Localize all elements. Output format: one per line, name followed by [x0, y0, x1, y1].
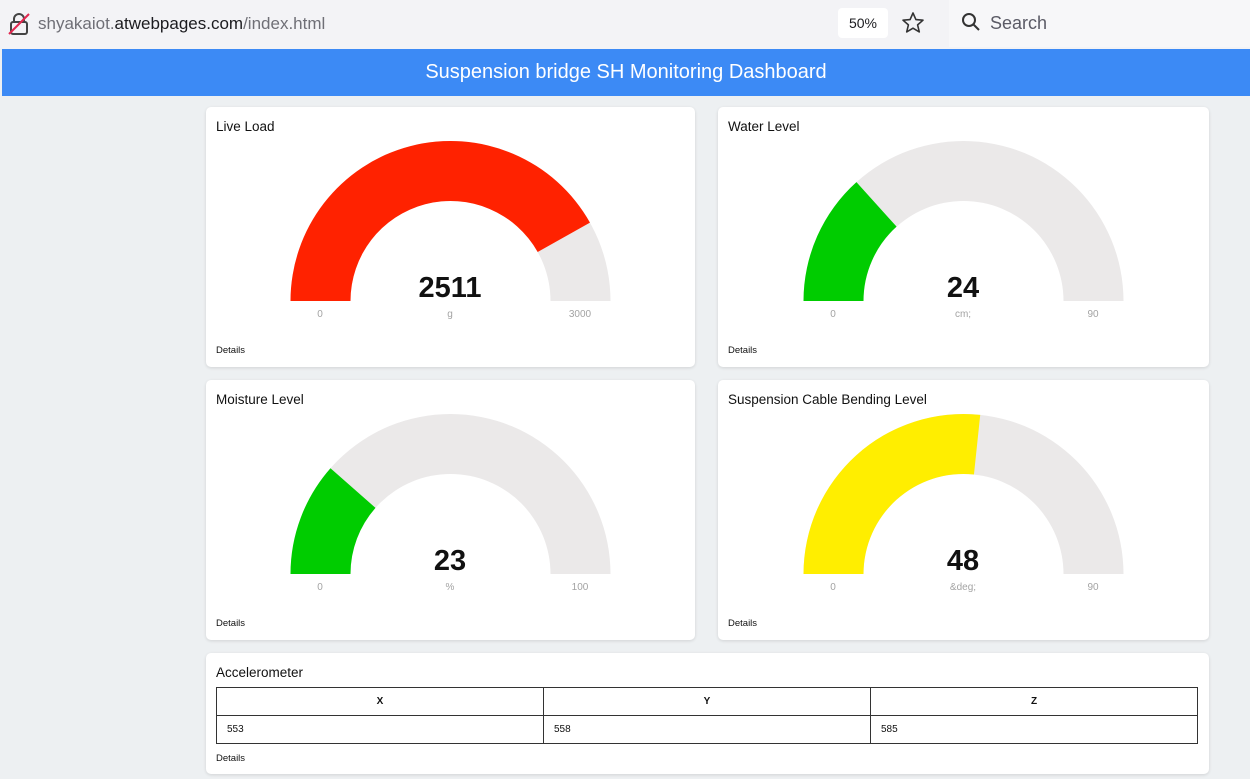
- address-bar[interactable]: shyakaiot.atwebpages.com/index.html: [38, 14, 325, 34]
- gauge-value: 24: [947, 272, 979, 304]
- gauge-unit: cm;: [955, 309, 971, 320]
- details-link[interactable]: Details: [728, 618, 757, 629]
- gauge-min-label: 0: [317, 309, 323, 320]
- search-box[interactable]: Search: [949, 0, 1250, 47]
- gauge-value: 48: [947, 545, 979, 577]
- url-prefix: shyakaiot.: [38, 14, 115, 33]
- gauge-max-label: 100: [572, 582, 589, 593]
- column-header-x: X: [216, 687, 544, 716]
- table-header-row: X Y Z: [216, 687, 1198, 716]
- insecure-lock-icon[interactable]: [8, 12, 30, 36]
- gauge-value: 2511: [419, 272, 482, 304]
- details-link[interactable]: Details: [728, 345, 757, 356]
- accelerometer-title: Accelerometer: [216, 665, 304, 680]
- details-link[interactable]: Details: [216, 618, 245, 629]
- cell-z: 585: [870, 715, 1198, 744]
- cell-y: 558: [543, 715, 871, 744]
- gauge-value: 23: [434, 545, 466, 577]
- url-path: /index.html: [243, 14, 326, 33]
- zoom-indicator[interactable]: 50%: [838, 8, 888, 38]
- url-domain: atwebpages.com: [114, 14, 244, 33]
- gauge-max-label: 90: [1087, 309, 1099, 320]
- details-link[interactable]: Details: [216, 753, 245, 764]
- table-row: 553 558 585: [216, 715, 1198, 744]
- gauge-water-level: 24 0 cm; 90: [803, 141, 1124, 320]
- gauge-unit: &deg;: [950, 582, 976, 593]
- details-link[interactable]: Details: [216, 345, 245, 356]
- accelerometer-card: Accelerometer X Y Z 553 558 585 Details: [206, 653, 1209, 774]
- gauge-moisture-level: 23 0 % 100: [290, 414, 611, 593]
- gauge-card-cable-bending: Suspension Cable Bending Level 48 0 &deg…: [718, 380, 1209, 640]
- gauge-unit: %: [446, 582, 455, 593]
- gauge-card-live-load: Live Load 2511 0 g 3000 Details: [206, 107, 695, 367]
- column-header-y: Y: [543, 687, 871, 716]
- search-icon: [962, 13, 980, 31]
- cell-x: 553: [216, 715, 544, 744]
- gauge-min-label: 0: [830, 582, 836, 593]
- accelerometer-table: X Y Z 553 558 585: [216, 687, 1198, 744]
- gauge-unit: g: [447, 309, 453, 320]
- gauge-max-label: 90: [1087, 582, 1099, 593]
- browser-toolbar: shyakaiot.atwebpages.com/index.html 50% …: [0, 0, 1250, 49]
- column-header-z: Z: [870, 687, 1198, 716]
- gauge-min-label: 0: [830, 309, 836, 320]
- gauge-min-label: 0: [317, 582, 323, 593]
- gauge-max-label: 3000: [569, 309, 592, 320]
- gauge-cable-bending: 48 0 &deg; 90: [803, 414, 1124, 593]
- page-title: Suspension bridge SH Monitoring Dashboar…: [425, 61, 827, 83]
- gauge-card-water-level: Water Level 24 0 cm; 90 Details: [718, 107, 1209, 367]
- gauge-live-load: 2511 0 g 3000: [290, 140, 611, 320]
- search-placeholder: Search: [990, 13, 1048, 33]
- dashboard-header: Suspension bridge SH Monitoring Dashboar…: [2, 49, 1250, 96]
- bookmark-star-icon[interactable]: [900, 10, 926, 36]
- gauge-card-moisture-level: Moisture Level 23 0 % 100 Details: [206, 380, 695, 640]
